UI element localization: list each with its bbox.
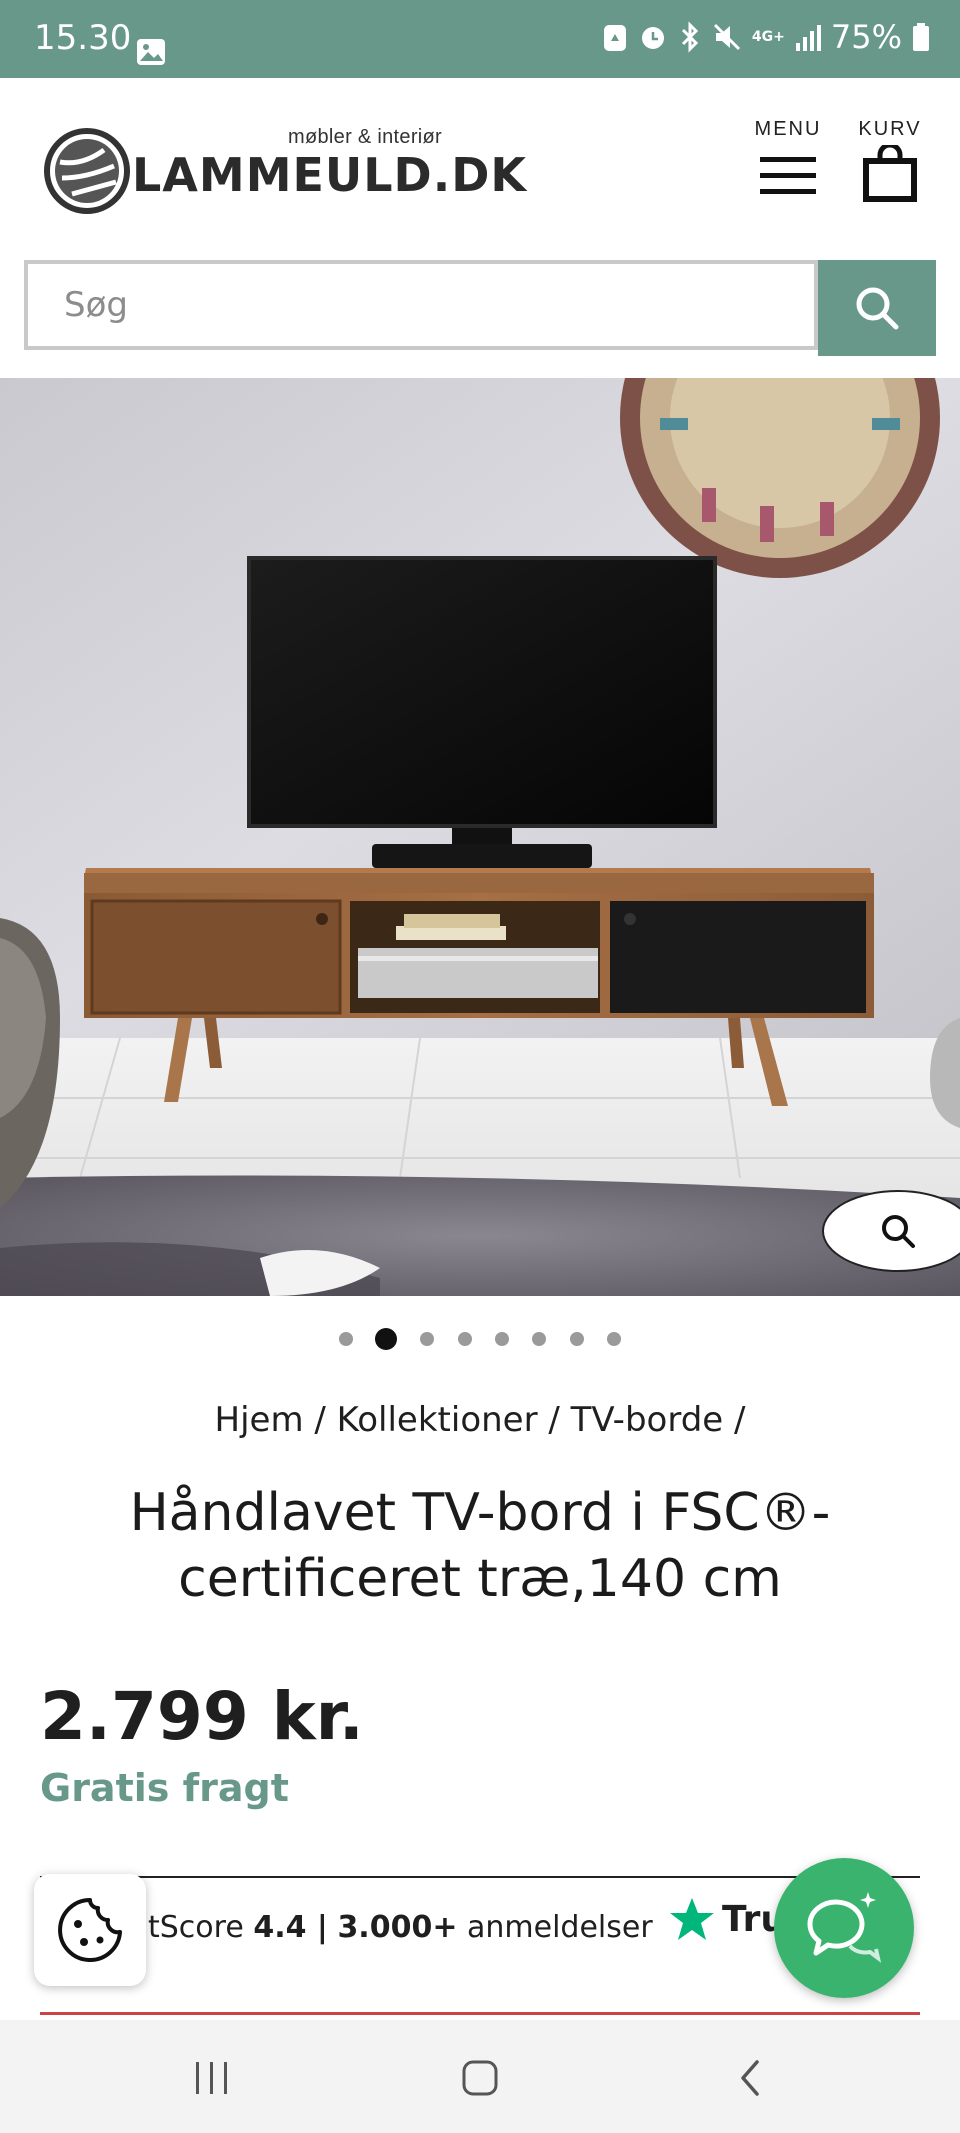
carousel-dots bbox=[0, 1326, 960, 1350]
status-icons: 4G+ 75% bbox=[602, 18, 930, 56]
search-input[interactable] bbox=[24, 260, 818, 350]
mute-icon bbox=[712, 22, 742, 52]
signal-label: 4G+ bbox=[751, 29, 785, 45]
battery-icon bbox=[912, 22, 930, 52]
carousel-dot[interactable] bbox=[495, 1332, 509, 1346]
carousel-dot[interactable] bbox=[607, 1332, 621, 1346]
product-image[interactable] bbox=[0, 378, 960, 1296]
divider bbox=[40, 1876, 920, 1878]
zoom-icon bbox=[882, 1215, 915, 1248]
shopping-bag-icon bbox=[863, 142, 917, 202]
cart-button[interactable]: KURV bbox=[856, 118, 924, 207]
trustscore-text[interactable]: tScore 4.4 | 3.000+ anmeldelser bbox=[148, 1910, 653, 1945]
menu-button[interactable]: MENU bbox=[752, 118, 824, 205]
carousel-dot[interactable] bbox=[339, 1332, 353, 1346]
breadcrumb[interactable]: Hjem / Kollektioner / TV-borde / bbox=[0, 1400, 960, 1440]
home-icon bbox=[462, 2060, 498, 2096]
carousel-dot[interactable] bbox=[570, 1332, 584, 1346]
reviews-label: anmeldelser bbox=[467, 1910, 653, 1945]
recents-button[interactable] bbox=[172, 2050, 252, 2106]
carousel-dot[interactable] bbox=[458, 1332, 472, 1346]
battery-percent: 75% bbox=[830, 18, 902, 56]
carousel-dot-active[interactable] bbox=[375, 1328, 397, 1350]
back-button[interactable] bbox=[710, 2050, 790, 2106]
search-bar bbox=[24, 260, 936, 356]
alarm-icon bbox=[638, 22, 668, 52]
shipping-info: Gratis fragt bbox=[40, 1766, 289, 1810]
carousel-dot[interactable] bbox=[420, 1332, 434, 1346]
recycle-icon bbox=[602, 21, 628, 53]
home-button[interactable] bbox=[440, 2050, 520, 2106]
chat-button[interactable] bbox=[774, 1858, 914, 1998]
back-icon bbox=[741, 2060, 759, 2096]
cookie-button[interactable] bbox=[34, 1874, 146, 1986]
cart-label: KURV bbox=[858, 118, 922, 140]
trustpilot-logo[interactable]: Tru bbox=[668, 1896, 786, 1942]
product-title: Håndlavet TV-bord i FSC®-certificeret tr… bbox=[129, 1483, 831, 1609]
variant-box-border bbox=[40, 2012, 920, 2015]
carousel-dot[interactable] bbox=[532, 1332, 546, 1346]
product-price: 2.799 kr. bbox=[40, 1678, 364, 1755]
search-icon bbox=[856, 287, 899, 330]
trustscore-label: tScore bbox=[148, 1910, 244, 1945]
logo-tagline: møbler & interiør bbox=[288, 126, 443, 148]
menu-label: MENU bbox=[754, 118, 822, 140]
chat-icon bbox=[807, 1892, 882, 1963]
bluetooth-icon bbox=[678, 21, 702, 53]
hamburger-icon bbox=[760, 157, 816, 194]
logo-text: LAMMEULD.DK bbox=[132, 148, 528, 202]
recents-icon bbox=[196, 2062, 227, 2094]
star-icon bbox=[670, 1898, 714, 1940]
cookie-icon bbox=[58, 1898, 122, 1962]
signal-icon bbox=[795, 23, 821, 51]
review-count: 3.000+ bbox=[337, 1910, 458, 1945]
status-bar: 15.30 4G+ 75% bbox=[0, 0, 960, 78]
search-button[interactable] bbox=[818, 260, 936, 356]
status-time: 15.30 bbox=[34, 18, 132, 58]
logo-icon bbox=[44, 128, 130, 214]
system-nav-bar bbox=[0, 2020, 960, 2133]
trustscore-value: 4.4 | bbox=[253, 1910, 328, 1945]
gallery-icon bbox=[136, 38, 166, 70]
